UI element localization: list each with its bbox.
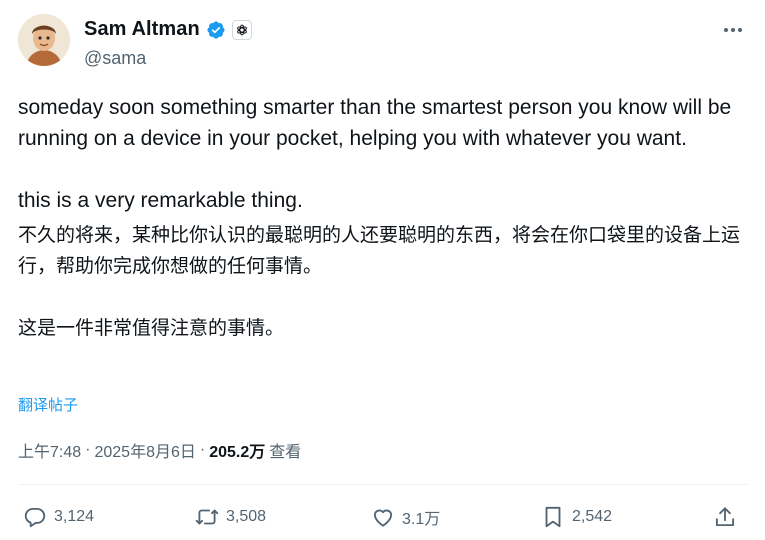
repost-icon xyxy=(195,509,219,525)
tweet-text-zh-1: 不久的将来，某种比你认识的最聪明的人还要聪明的东西，将会在你口袋里的设备上运行，… xyxy=(18,224,741,277)
tweet-body: someday soon something smarter than the … xyxy=(18,92,753,344)
verified-badge-icon xyxy=(206,20,226,40)
share-icon xyxy=(715,507,735,527)
tweet-time[interactable]: 上午7:48 xyxy=(18,438,81,462)
translate-post-link[interactable]: 翻译帖子 xyxy=(18,394,78,415)
share-button[interactable] xyxy=(712,498,738,536)
like-count: 3.1万 xyxy=(402,511,441,528)
bookmark-count: 2,542 xyxy=(572,508,613,525)
openai-logo-icon[interactable] xyxy=(231,19,252,40)
reply-button[interactable]: 3,124 xyxy=(22,498,94,536)
reply-count: 3,124 xyxy=(54,508,95,525)
repost-count: 3,508 xyxy=(226,508,267,525)
heart-icon xyxy=(373,509,393,527)
bookmark-icon xyxy=(545,506,561,528)
bookmark-button[interactable]: 2,542 xyxy=(540,498,612,536)
tweet-meta: 上午7:48 · 2025年8月6日 · 205.2万 查看 xyxy=(18,438,301,462)
like-button[interactable]: 3.1万 xyxy=(370,498,440,536)
display-name[interactable]: Sam Altman xyxy=(84,18,200,41)
views-count: 205.2万 xyxy=(209,444,266,461)
tweet-text-zh-2: 这是一件非常值得注意的事情。 xyxy=(18,317,285,339)
repost-button[interactable]: 3,508 xyxy=(194,498,266,536)
user-handle[interactable]: @sama xyxy=(84,48,146,69)
reply-icon xyxy=(24,507,46,528)
action-bar: 3,124 3,508 3.1万 2,542 xyxy=(18,498,748,536)
views-label: 查看 xyxy=(269,444,302,461)
tweet-text-en-1: someday soon something smarter than the … xyxy=(18,96,732,150)
tweet-text-en-2: this is a very remarkable thing. xyxy=(18,189,303,212)
avatar[interactable] xyxy=(18,14,70,66)
tweet-header: Sam Altman @sama xyxy=(18,14,748,74)
tweet-date[interactable]: 2025年8月6日 xyxy=(94,438,195,462)
meta-separator: · xyxy=(199,441,206,458)
divider xyxy=(18,484,748,485)
meta-separator: · xyxy=(85,441,91,458)
more-options-icon[interactable] xyxy=(718,18,748,42)
